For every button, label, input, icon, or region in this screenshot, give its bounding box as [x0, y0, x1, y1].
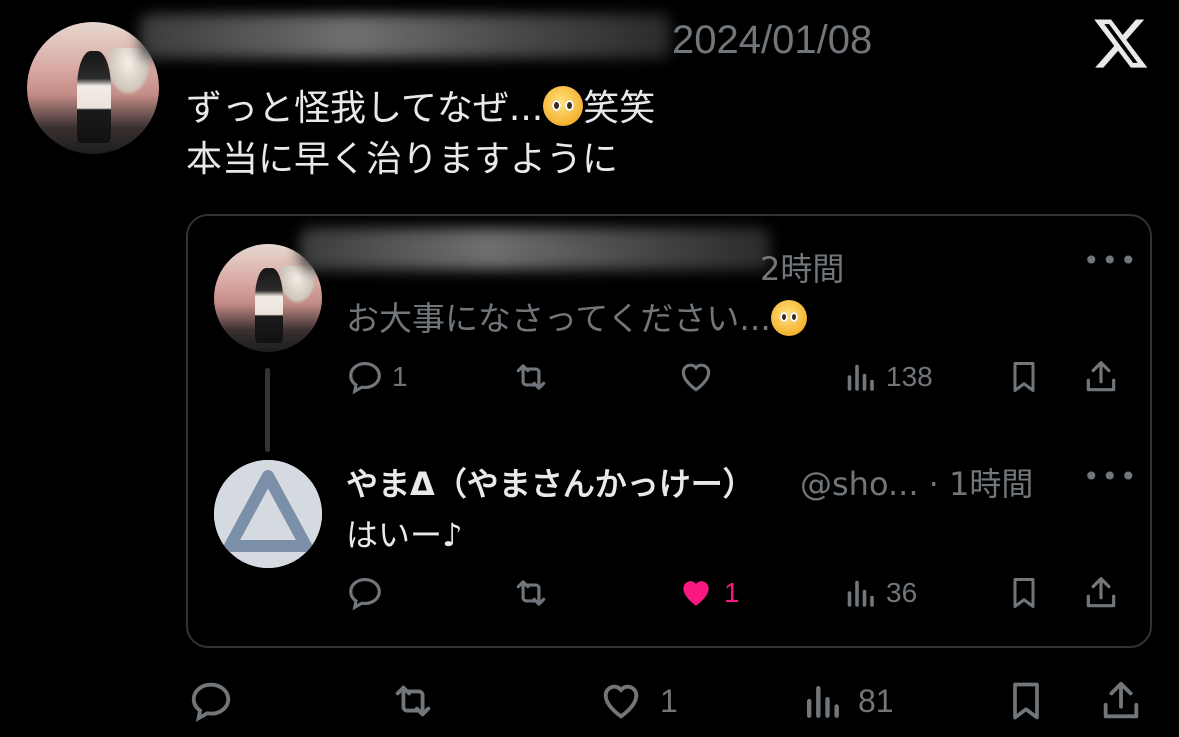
reply-icon	[191, 682, 231, 722]
post-text-line1-main: ずっと怪我してなぜ...	[186, 88, 544, 129]
bookmark-icon	[1013, 362, 1035, 392]
post-retweet-button[interactable]	[386, 678, 440, 724]
post-text-line2: 本当に早く治りますように	[186, 139, 619, 180]
like-icon	[603, 684, 639, 719]
thread-connector-line	[265, 368, 270, 452]
retweet-icon	[516, 580, 546, 606]
author-name-redacted	[140, 14, 670, 58]
share-icon	[1086, 577, 1116, 608]
reply2-handle-time: @sho... · 1時間	[800, 465, 1034, 503]
retweet-icon	[516, 364, 546, 390]
reply2-bookmark-button[interactable]	[1006, 574, 1042, 612]
reply1-time: 2時間	[760, 250, 845, 288]
reply2-more-icon[interactable]: •••	[1083, 460, 1139, 493]
reply1-text: お大事になさってください...	[346, 292, 807, 340]
like-icon	[681, 363, 711, 392]
reply1-name-redacted	[300, 228, 770, 270]
post-text-line1: ずっと怪我してなぜ... 笑笑	[186, 86, 655, 127]
post-text-line1-suffix: 笑笑	[583, 88, 656, 129]
views-icon	[847, 580, 874, 607]
reply1-bookmark-button[interactable]	[1006, 358, 1042, 396]
pleading-face-emoji-icon	[770, 300, 807, 336]
pleading-face-emoji-icon	[543, 86, 584, 126]
reply2-avatar[interactable]	[214, 460, 322, 568]
views-icon	[847, 364, 874, 391]
reply2-reply-button[interactable]	[346, 574, 384, 612]
reply1-more-icon[interactable]: •••	[1083, 244, 1139, 277]
reply1-text-content: お大事になさってください...	[346, 299, 771, 338]
reply-icon	[349, 361, 381, 395]
reply1-views-count: 138	[886, 361, 933, 392]
views-icon	[806, 685, 839, 718]
reply2-like-button[interactable]: 1	[676, 574, 740, 612]
reply1-like-button[interactable]	[676, 358, 716, 396]
post-bookmark-button[interactable]	[1004, 678, 1048, 724]
post-views-count: 81	[858, 682, 894, 719]
reply2-retweet-button[interactable]	[510, 574, 552, 612]
post-like-count: 1	[660, 682, 678, 719]
bookmark-icon	[1013, 682, 1039, 720]
post-reply-button[interactable]	[188, 678, 234, 724]
triangle-logo-icon	[214, 460, 322, 568]
reply-icon	[349, 577, 381, 611]
like-icon-active	[683, 581, 709, 606]
reply2-text: はいー♪	[346, 516, 463, 554]
reply1-reply-button[interactable]: 1	[346, 358, 408, 396]
reply1-views[interactable]: 138	[842, 358, 933, 396]
reply1-reply-count: 1	[392, 361, 408, 392]
post-like-button[interactable]: 1	[596, 678, 678, 724]
bookmark-icon	[1013, 578, 1035, 608]
reply2-like-count: 1	[724, 577, 740, 608]
reply2-display-name[interactable]: やまΔ（やまさんかっけー）	[346, 459, 755, 505]
post-date: 2024/01/08	[672, 18, 873, 62]
reply2-share-button[interactable]	[1082, 574, 1120, 612]
reply1-share-button[interactable]	[1082, 358, 1120, 396]
retweet-icon	[395, 685, 431, 717]
share-icon	[1086, 361, 1116, 392]
reply2-views-count: 36	[886, 577, 918, 608]
post-share-button[interactable]	[1098, 678, 1144, 724]
post-views[interactable]: 81	[800, 678, 894, 724]
share-icon	[1103, 681, 1139, 719]
x-logo-icon[interactable]	[1092, 14, 1150, 72]
reply1-retweet-button[interactable]	[510, 358, 552, 396]
reply2-views[interactable]: 36	[842, 574, 917, 612]
